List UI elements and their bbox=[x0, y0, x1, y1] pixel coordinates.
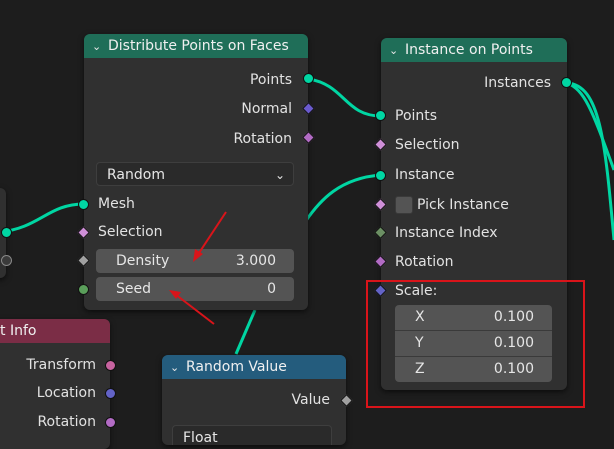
density-value: 3.000 bbox=[235, 253, 276, 269]
socket-points-out[interactable] bbox=[303, 73, 314, 84]
output-rotation-label: Rotation bbox=[37, 414, 96, 430]
chevron-down-icon[interactable]: ⌄ bbox=[389, 44, 405, 57]
output-rotation-label: Rotation bbox=[233, 131, 292, 147]
input-instance-index-label: Instance Index bbox=[395, 225, 498, 241]
socket-instance-in[interactable] bbox=[375, 170, 386, 181]
link-mesh bbox=[0, 202, 85, 234]
density-field[interactable]: Density 3.000 bbox=[96, 249, 294, 273]
output-normal-label: Normal bbox=[241, 101, 292, 117]
distribute-method-value: Random bbox=[107, 167, 165, 183]
socket-mesh-in[interactable] bbox=[78, 199, 89, 210]
seed-field[interactable]: Seed 0 bbox=[96, 277, 294, 301]
socket-obj-rotation-out[interactable] bbox=[105, 417, 116, 428]
random-type-dropdown[interactable]: Float bbox=[172, 425, 332, 445]
output-location-label: Location bbox=[36, 385, 96, 401]
object-info-node[interactable]: t Info Transform Location Rotation bbox=[0, 319, 110, 449]
input-selection-label: Selection bbox=[98, 224, 163, 240]
link-instances-out-2 bbox=[566, 81, 614, 171]
random-value-header[interactable]: ⌄ Random Value bbox=[162, 355, 346, 379]
instance-on-points-title: Instance on Points bbox=[405, 42, 533, 58]
socket-transform-out[interactable] bbox=[105, 360, 116, 371]
object-info-header[interactable]: t Info bbox=[0, 319, 110, 343]
partial-node-socket-2[interactable] bbox=[1, 255, 12, 266]
input-instance-label: Instance bbox=[395, 167, 455, 183]
link-random-to-instance bbox=[234, 309, 257, 355]
input-selection-label: Selection bbox=[395, 137, 460, 153]
seed-value: 0 bbox=[267, 281, 276, 297]
distribute-points-node[interactable]: ⌄ Distribute Points on Faces Points Norm… bbox=[84, 34, 308, 310]
density-label: Density bbox=[116, 253, 170, 269]
input-rotation-label: Rotation bbox=[395, 254, 454, 270]
distribute-method-dropdown[interactable]: Random ⌄ bbox=[96, 162, 294, 186]
pick-instance-label[interactable]: Pick Instance bbox=[417, 194, 509, 216]
distribute-points-header[interactable]: ⌄ Distribute Points on Faces bbox=[84, 34, 308, 58]
seed-label: Seed bbox=[116, 281, 151, 297]
socket-location-out[interactable] bbox=[105, 388, 116, 399]
instance-on-points-header[interactable]: ⌄ Instance on Points bbox=[381, 38, 567, 62]
input-mesh-label: Mesh bbox=[98, 196, 135, 212]
node-editor-canvas[interactable]: ⌄ Distribute Points on Faces Points Norm… bbox=[0, 0, 614, 449]
pick-instance-checkbox[interactable] bbox=[395, 196, 413, 214]
random-value-node[interactable]: ⌄ Random Value Value Float bbox=[162, 355, 346, 445]
chevron-down-icon: ⌄ bbox=[274, 168, 285, 182]
output-value-label: Value bbox=[291, 392, 330, 408]
scale-highlight-box bbox=[366, 280, 585, 408]
chevron-down-icon[interactable]: ⌄ bbox=[170, 361, 186, 374]
partial-node-socket-1[interactable] bbox=[1, 227, 12, 238]
distribute-points-title: Distribute Points on Faces bbox=[108, 38, 289, 54]
object-info-title: t Info bbox=[0, 323, 37, 339]
socket-points-in[interactable] bbox=[375, 110, 386, 121]
input-points-label: Points bbox=[395, 108, 438, 124]
random-value-title: Random Value bbox=[186, 359, 287, 375]
link-instance bbox=[303, 173, 382, 223]
socket-seed-in[interactable] bbox=[78, 284, 89, 295]
output-instances-label: Instances bbox=[484, 75, 551, 91]
output-transform-label: Transform bbox=[26, 357, 96, 373]
socket-instances-out[interactable] bbox=[561, 77, 572, 88]
random-type-value: Float bbox=[183, 430, 218, 445]
chevron-down-icon[interactable]: ⌄ bbox=[92, 40, 108, 53]
output-points-label: Points bbox=[249, 72, 292, 88]
link-points bbox=[308, 77, 382, 118]
